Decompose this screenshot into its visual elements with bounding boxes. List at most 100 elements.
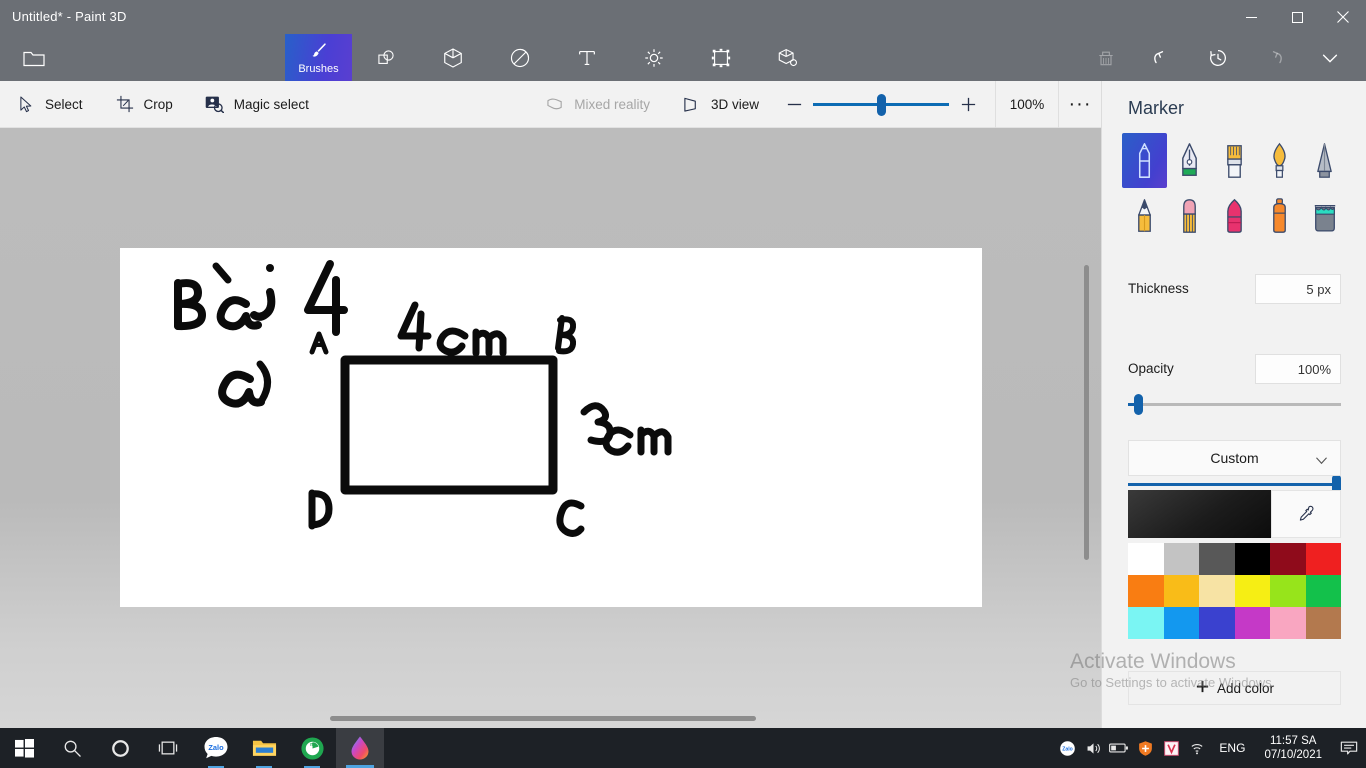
menu-button[interactable]	[0, 34, 67, 81]
current-color-swatch[interactable]	[1128, 490, 1271, 538]
zoom-out-button[interactable]	[775, 81, 813, 128]
color-swatch[interactable]	[1163, 543, 1199, 575]
brush-eraser[interactable]	[1167, 188, 1212, 243]
brush-oil[interactable]	[1212, 133, 1257, 188]
ribbon-item-canvas[interactable]	[687, 34, 754, 81]
thickness-value[interactable]: 5 px	[1255, 274, 1341, 304]
drawing-canvas[interactable]	[120, 248, 982, 607]
color-swatch[interactable]	[1305, 607, 1341, 639]
color-swatch[interactable]	[1199, 543, 1235, 575]
mixed-reality-button[interactable]: Mixed reality	[529, 81, 666, 128]
ribbon-item-text[interactable]	[553, 34, 620, 81]
magic-select-icon	[205, 94, 225, 114]
brush-marker[interactable]	[1122, 133, 1167, 188]
brush-pencil[interactable]	[1122, 188, 1167, 243]
color-group-select[interactable]: Custom	[1128, 440, 1341, 476]
color-swatch[interactable]	[1128, 575, 1164, 607]
ribbon-item-brushes[interactable]: Brushes	[285, 34, 352, 81]
color-swatch[interactable]	[1128, 543, 1164, 575]
brush-fill[interactable]	[1302, 188, 1347, 243]
browser-icon: m	[300, 736, 324, 760]
zoom-in-button[interactable]	[949, 81, 987, 128]
redo-icon[interactable]	[1246, 34, 1302, 81]
canvas-vertical-scrollbar[interactable]	[1084, 265, 1089, 560]
brush-pixel-pen[interactable]	[1302, 133, 1347, 188]
color-swatch[interactable]	[1128, 607, 1164, 639]
eyedropper-icon	[1299, 505, 1314, 521]
volume-icon[interactable]	[1080, 728, 1106, 768]
zoom-slider-thumb[interactable]	[877, 93, 886, 116]
canvas-horizontal-scrollbar[interactable]	[330, 716, 756, 721]
minimize-button[interactable]	[1228, 0, 1274, 34]
maximize-button[interactable]	[1274, 0, 1320, 34]
zalo-app[interactable]: Zalo	[192, 728, 240, 768]
clock-time: 11:57 SA	[1269, 735, 1317, 747]
browser-app[interactable]: m	[288, 728, 336, 768]
search-button[interactable]	[48, 728, 96, 768]
brush-crayon[interactable]	[1212, 188, 1257, 243]
color-swatch[interactable]	[1234, 607, 1270, 639]
canvas-stage[interactable]	[0, 128, 1101, 728]
undo-icon[interactable]	[1134, 34, 1190, 81]
window-title: Untitled* - Paint 3D	[12, 9, 127, 24]
security-shield-icon[interactable]	[1132, 728, 1158, 768]
brush-calligraphy-pen[interactable]	[1167, 133, 1212, 188]
cortana-button[interactable]	[96, 728, 144, 768]
color-swatch[interactable]	[1270, 543, 1306, 575]
color-swatch[interactable]	[1163, 575, 1199, 607]
color-swatch[interactable]	[1270, 575, 1306, 607]
thickness-slider-thumb[interactable]	[1134, 394, 1143, 415]
select-button[interactable]: Select	[0, 81, 99, 128]
paint3d-app[interactable]	[336, 728, 384, 768]
color-swatch[interactable]	[1234, 543, 1270, 575]
more-options-button[interactable]: ···	[1059, 81, 1101, 128]
task-view-button[interactable]	[144, 728, 192, 768]
ribbon-item-3d-library[interactable]	[754, 34, 821, 81]
share-icon[interactable]	[1078, 34, 1134, 81]
color-swatch[interactable]	[1305, 575, 1341, 607]
cursor-icon	[16, 94, 36, 114]
zoom-slider[interactable]	[813, 81, 949, 128]
close-button[interactable]	[1320, 0, 1366, 34]
start-button[interactable]	[0, 728, 48, 768]
zalo-icon: Zalo	[204, 737, 228, 759]
clock[interactable]: 11:57 SA 07/10/2021	[1254, 728, 1332, 768]
color-swatch[interactable]	[1199, 575, 1235, 607]
ribbon-item-3d-shapes[interactable]	[419, 34, 486, 81]
color-swatch[interactable]	[1163, 607, 1199, 639]
ribbon-tools: Brushes	[285, 34, 821, 81]
add-color-label: Add color	[1216, 680, 1275, 696]
thickness-slider[interactable]	[1128, 394, 1341, 415]
color-swatch[interactable]	[1199, 607, 1235, 639]
magic-select-button[interactable]: Magic select	[189, 81, 325, 128]
color-swatch[interactable]	[1270, 607, 1306, 639]
opacity-value[interactable]: 100%	[1255, 354, 1341, 384]
tray-zalo-icon[interactable]: Zalo	[1054, 728, 1080, 768]
zoom-group: 100% ···	[775, 80, 1101, 128]
eyedropper-button[interactable]	[1271, 490, 1341, 538]
select-label: Select	[45, 96, 83, 112]
file-explorer-app[interactable]	[240, 728, 288, 768]
add-color-button[interactable]: Add color	[1128, 671, 1341, 705]
chevron-down-icon[interactable]	[1302, 34, 1358, 81]
crop-button[interactable]: Crop	[99, 81, 189, 128]
ribbon-left-group	[0, 34, 67, 81]
zoom-percent[interactable]: 100%	[995, 80, 1059, 128]
ribbon-item-2d-shapes[interactable]	[352, 34, 419, 81]
color-group-label: Custom	[1210, 450, 1259, 466]
unikey-icon[interactable]	[1158, 728, 1184, 768]
ribbon-item-effects[interactable]	[620, 34, 687, 81]
plus-icon	[1195, 679, 1210, 697]
3d-view-button[interactable]: 3D view	[666, 81, 775, 128]
color-swatch[interactable]	[1305, 543, 1341, 575]
ribbon-item-stickers[interactable]	[486, 34, 553, 81]
color-swatch[interactable]	[1234, 575, 1270, 607]
brush-spray-can[interactable]	[1257, 188, 1302, 243]
history-icon[interactable]	[1190, 34, 1246, 81]
language-indicator[interactable]: ENG	[1210, 728, 1254, 768]
battery-icon[interactable]	[1106, 728, 1132, 768]
notification-icon	[1340, 741, 1358, 754]
notifications-button[interactable]	[1332, 728, 1366, 768]
brush-watercolor[interactable]	[1257, 133, 1302, 188]
wifi-icon[interactable]	[1184, 728, 1210, 768]
